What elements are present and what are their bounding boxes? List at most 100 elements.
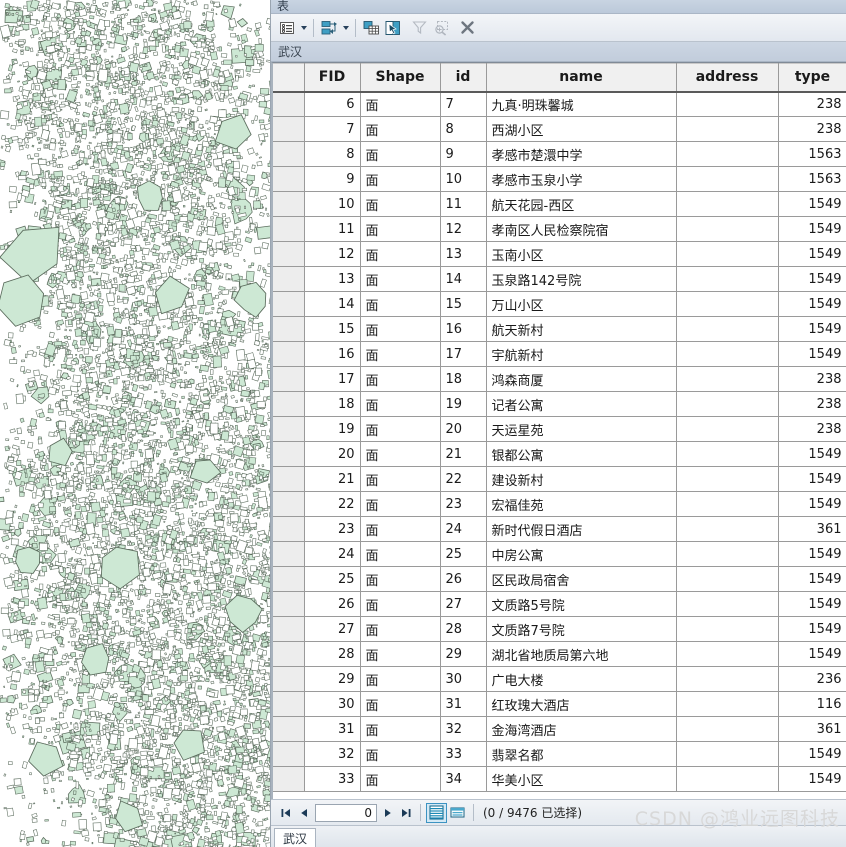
cell-type[interactable]: 1549 [778,541,846,567]
cell-id[interactable]: 8 [440,116,487,142]
cell-fid[interactable]: 17 [304,366,361,392]
cell-address[interactable] [676,341,779,367]
table-row[interactable]: 11 面 12 孝南区人民检察院宿 1549 [273,216,846,242]
cell-shape[interactable]: 面 [360,141,441,167]
cell-shape[interactable]: 面 [360,366,441,392]
cell-fid[interactable]: 20 [304,441,361,467]
table-row[interactable]: 15 面 16 航天新村 1549 [273,316,846,342]
first-record-button[interactable] [277,803,295,823]
table-row[interactable]: 31 面 32 金海湾酒店 361 [273,716,846,742]
cell-shape[interactable]: 面 [360,241,441,267]
table-row[interactable]: 14 面 15 万山小区 1549 [273,291,846,317]
table-row[interactable]: 26 面 27 文质路5号院 1549 [273,591,846,617]
cell-type[interactable]: 238 [778,416,846,442]
cell-shape[interactable]: 面 [360,566,441,592]
cell-address[interactable] [676,291,779,317]
cell-name[interactable]: 文质路5号院 [486,591,677,617]
cell-name[interactable]: 中房公寓 [486,541,677,567]
cell-address[interactable] [676,666,779,692]
table-options-dropdown[interactable] [298,17,309,39]
cell-shape[interactable]: 面 [360,116,441,142]
cell-shape[interactable]: 面 [360,441,441,467]
cell-name[interactable]: 九真·明珠馨城 [486,91,677,117]
cell-shape[interactable]: 面 [360,641,441,667]
cell-address[interactable] [676,691,779,717]
cell-name[interactable]: 万山小区 [486,291,677,317]
related-tables-button[interactable] [318,17,340,39]
cell-shape[interactable]: 面 [360,216,441,242]
cell-address[interactable] [676,116,779,142]
table-row[interactable]: 8 面 9 孝感市楚澴中学 1563 [273,141,846,167]
cell-shape[interactable]: 面 [360,616,441,642]
cell-id[interactable]: 30 [440,666,487,692]
row-selector-cell[interactable] [273,416,305,442]
row-selector-cell[interactable] [273,141,305,167]
cell-name[interactable]: 建设新村 [486,466,677,492]
cell-name[interactable]: 天运星苑 [486,416,677,442]
cell-address[interactable] [676,641,779,667]
cell-id[interactable]: 18 [440,366,487,392]
cell-type[interactable]: 1549 [778,441,846,467]
cell-shape[interactable]: 面 [360,666,441,692]
row-selector-cell[interactable] [273,641,305,667]
cell-shape[interactable]: 面 [360,716,441,742]
cell-type[interactable]: 238 [778,391,846,417]
cell-fid[interactable]: 30 [304,691,361,717]
table-row[interactable]: 13 面 14 玉泉路142号院 1549 [273,266,846,292]
row-selector-cell[interactable] [273,666,305,692]
cell-type[interactable]: 1549 [778,216,846,242]
row-selector-cell[interactable] [273,266,305,292]
cell-address[interactable] [676,466,779,492]
cell-fid[interactable]: 31 [304,716,361,742]
cell-type[interactable]: 1549 [778,191,846,217]
table-row[interactable]: 30 面 31 红玫瑰大酒店 116 [273,691,846,717]
table-row[interactable]: 17 面 18 鸿森商厦 238 [273,366,846,392]
table-row[interactable]: 20 面 21 银都公寓 1549 [273,441,846,467]
cell-name[interactable]: 区民政局宿舍 [486,566,677,592]
cell-address[interactable] [676,591,779,617]
cell-type[interactable]: 116 [778,691,846,717]
cell-address[interactable] [676,566,779,592]
form-view-toggle[interactable] [447,803,468,823]
table-row[interactable]: 32 面 33 翡翠名都 1549 [273,741,846,767]
cell-address[interactable] [676,266,779,292]
cell-shape[interactable]: 面 [360,591,441,617]
cell-address[interactable] [676,141,779,167]
cell-fid[interactable]: 26 [304,591,361,617]
cell-shape[interactable]: 面 [360,191,441,217]
cell-fid[interactable]: 27 [304,616,361,642]
cell-type[interactable]: 236 [778,666,846,692]
cell-type[interactable]: 1549 [778,241,846,267]
cell-fid[interactable]: 18 [304,391,361,417]
column-header-address[interactable]: address [676,63,779,93]
cell-address[interactable] [676,166,779,192]
cell-id[interactable]: 16 [440,316,487,342]
table-options-button[interactable] [276,17,298,39]
cell-fid[interactable]: 9 [304,166,361,192]
cell-shape[interactable]: 面 [360,766,441,792]
cell-type[interactable]: 361 [778,516,846,542]
delete-selection-button[interactable] [456,17,478,39]
row-selector-cell[interactable] [273,191,305,217]
cell-address[interactable] [676,416,779,442]
cell-name[interactable]: 宇航新村 [486,341,677,367]
cell-address[interactable] [676,616,779,642]
cell-id[interactable]: 34 [440,766,487,792]
header-row-selector[interactable] [273,63,305,93]
row-selector-cell[interactable] [273,766,305,792]
document-tab-wuhan[interactable]: 武汉 [274,828,317,847]
cell-fid[interactable]: 12 [304,241,361,267]
cell-fid[interactable]: 14 [304,291,361,317]
row-selector-cell[interactable] [273,716,305,742]
cell-name[interactable]: 孝感市玉泉小学 [486,166,677,192]
current-record-input[interactable] [315,803,377,822]
cell-name[interactable]: 银都公寓 [486,441,677,467]
row-selector-cell[interactable] [273,741,305,767]
column-header-shape[interactable]: Shape [360,63,441,93]
cell-name[interactable]: 红玫瑰大酒店 [486,691,677,717]
cell-type[interactable]: 361 [778,716,846,742]
cell-type[interactable]: 1549 [778,591,846,617]
cell-name[interactable]: 航天花园-西区 [486,191,677,217]
cell-type[interactable]: 1549 [778,466,846,492]
cell-type[interactable]: 1549 [778,616,846,642]
